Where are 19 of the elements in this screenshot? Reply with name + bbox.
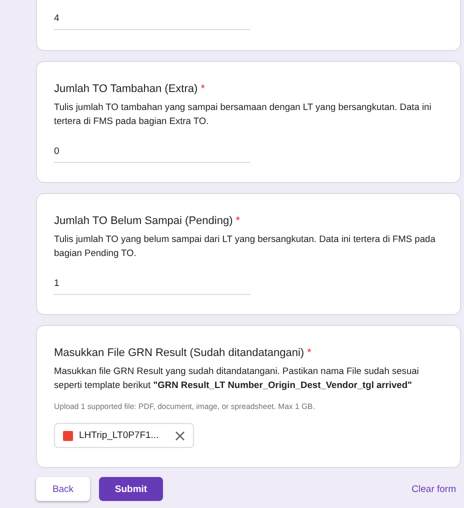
required-mark: * [200, 82, 205, 97]
submit-button[interactable]: Submit [99, 477, 163, 501]
answer-field[interactable]: 1 [54, 276, 250, 295]
question-description: Tulis jumlah TO yang belum sampai dari LT yang bersangkutan. Data ini tertera di FMS pada bagian Pending TO. [54, 233, 436, 260]
file-name: LHTrip_LT0P7F1... [79, 430, 159, 441]
answer-field[interactable]: 4 [54, 11, 250, 30]
answer-field[interactable]: 0 [54, 144, 250, 163]
close-icon[interactable] [174, 430, 185, 440]
required-mark: * [307, 346, 312, 361]
question-title: Jumlah TO Tambahan (Extra) [54, 82, 198, 97]
pdf-icon [63, 430, 73, 440]
question-description: Tulis jumlah TO tambahan yang sampai bersamaan dengan LT yang bersangkutan. Data ini tertera di FMS pada bagian Extra TO. [54, 101, 432, 128]
back-button[interactable]: Back [36, 477, 90, 501]
question-title: Masukkan File GRN Result (Sudah ditandatangani) [54, 346, 304, 361]
clear-form-link[interactable]: Clear form [412, 484, 456, 494]
question-title: Jumlah TO Belum Sampai (Pending) [54, 214, 233, 229]
question-description: Masukkan file GRN Result yang sudah ditandatangani. Pastikan nama File sudah sesuai seperti template berikut "GRN Result_LT Number_Origin_Dest_Vendor_tgl arrived" [54, 365, 420, 392]
file-chip[interactable]: LHTrip_LT0P7F1... [54, 423, 194, 448]
required-mark: * [236, 214, 240, 229]
